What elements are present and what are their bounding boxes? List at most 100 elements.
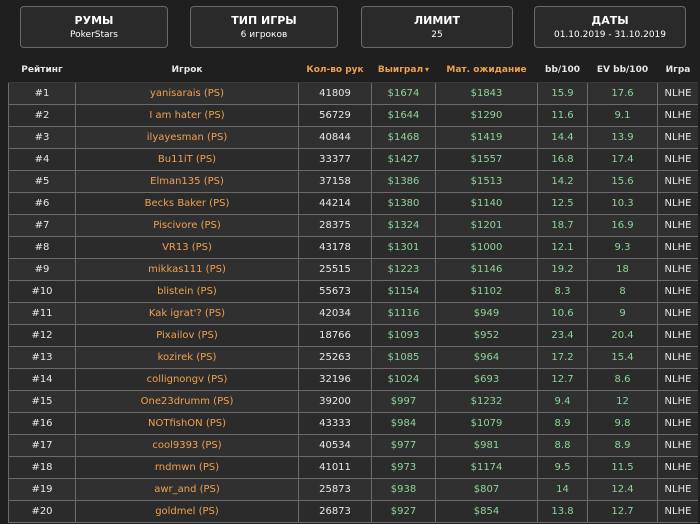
rank-cell: #19 xyxy=(8,478,76,501)
player-name-link[interactable]: Bu11iT (PS) xyxy=(75,148,299,171)
col-header-won[interactable]: Выиграл ▾ xyxy=(371,58,436,83)
filter-title: ЛИМИТ xyxy=(414,14,460,27)
evbb100-cell: 11.5 xyxy=(587,456,658,479)
player-name-link[interactable]: Elman135 (PS) xyxy=(75,170,299,193)
evbb100-cell: 8.6 xyxy=(587,368,658,391)
col-header-ev[interactable]: Мат. ожидание xyxy=(435,58,538,83)
rank-cell: #4 xyxy=(8,148,76,171)
player-name-link[interactable]: awr_and (PS) xyxy=(75,478,299,501)
won-cell: $1223 xyxy=(371,258,436,281)
player-name-link[interactable]: VR13 (PS) xyxy=(75,236,299,259)
hands-cell: 55673 xyxy=(298,280,372,303)
player-name-link[interactable]: NOTfishON (PS) xyxy=(75,412,299,435)
player-name-link[interactable]: collignongv (PS) xyxy=(75,368,299,391)
game-cell: NLHE xyxy=(657,258,698,281)
won-cell: $984 xyxy=(371,412,436,435)
hands-cell: 43333 xyxy=(298,412,372,435)
player-name-link[interactable]: Piscivore (PS) xyxy=(75,214,299,237)
game-type-filter-button[interactable]: ТИП ИГРЫ 6 игроков xyxy=(190,6,338,48)
evbb100-cell: 12 xyxy=(587,390,658,413)
game-cell: NLHE xyxy=(657,104,698,127)
rank-cell: #6 xyxy=(8,192,76,215)
player-name-link[interactable]: One23drumm (PS) xyxy=(75,390,299,413)
rank-cell: #16 xyxy=(8,412,76,435)
evbb100-cell: 13.9 xyxy=(587,126,658,149)
col-header-hands[interactable]: Кол-во рук xyxy=(298,58,372,83)
col-header-won-label: Выиграл xyxy=(377,65,424,75)
hands-cell: 43178 xyxy=(298,236,372,259)
evbb100-cell: 10.3 xyxy=(587,192,658,215)
dates-filter-button[interactable]: ДАТЫ 01.10.2019 - 31.10.2019 xyxy=(534,6,686,48)
limit-filter-button[interactable]: ЛИМИТ 25 xyxy=(361,6,513,48)
player-name-link[interactable]: Kak igrat'? (PS) xyxy=(75,302,299,325)
table-row: #17 cool9393 (PS) 40534 $977 $981 8.8 8.9 NLHE xyxy=(8,434,698,457)
player-name-link[interactable]: mikkas111 (PS) xyxy=(75,258,299,281)
rank-cell: #13 xyxy=(8,346,76,369)
hands-cell: 42034 xyxy=(298,302,372,325)
filter-title: РУМЫ xyxy=(74,14,114,27)
rank-cell: #15 xyxy=(8,390,76,413)
rank-cell: #20 xyxy=(8,500,76,523)
player-name-link[interactable]: rndmwn (PS) xyxy=(75,456,299,479)
bb100-cell: 15.9 xyxy=(537,82,588,105)
player-name-link[interactable]: ilyayesman (PS) xyxy=(75,126,299,149)
evbb100-cell: 9 xyxy=(587,302,658,325)
bb100-cell: 11.6 xyxy=(537,104,588,127)
player-name-link[interactable]: cool9393 (PS) xyxy=(75,434,299,457)
table-row: #12 Pixailov (PS) 18766 $1093 $952 23.4 20.4 NL… xyxy=(8,324,698,347)
won-cell: $1427 xyxy=(371,148,436,171)
rank-cell: #14 xyxy=(8,368,76,391)
bb100-cell: 13.8 xyxy=(537,500,588,523)
table-row: #9 mikkas111 (PS) 25515 $1223 $1146 19.2 18 NLH… xyxy=(8,258,698,281)
game-cell: NLHE xyxy=(657,478,698,501)
ev-cell: $1102 xyxy=(435,280,538,303)
bb100-cell: 12.5 xyxy=(537,192,588,215)
ev-cell: $1140 xyxy=(435,192,538,215)
bb100-cell: 10.6 xyxy=(537,302,588,325)
player-name-link[interactable]: yanisarais (PS) xyxy=(75,82,299,105)
evbb100-cell: 16.9 xyxy=(587,214,658,237)
game-cell: NLHE xyxy=(657,192,698,215)
game-cell: NLHE xyxy=(657,82,698,105)
hands-cell: 44214 xyxy=(298,192,372,215)
player-name-link[interactable]: Pixailov (PS) xyxy=(75,324,299,347)
rank-cell: #12 xyxy=(8,324,76,347)
hands-cell: 40844 xyxy=(298,126,372,149)
ev-cell: $1843 xyxy=(435,82,538,105)
filter-value: 6 игроков xyxy=(240,30,288,40)
won-cell: $997 xyxy=(371,390,436,413)
player-name-link[interactable]: goldmel (PS) xyxy=(75,500,299,523)
won-cell: $1674 xyxy=(371,82,436,105)
game-cell: NLHE xyxy=(657,236,698,259)
evbb100-cell: 17.6 xyxy=(587,82,658,105)
hands-cell: 28375 xyxy=(298,214,372,237)
won-cell: $1024 xyxy=(371,368,436,391)
hands-cell: 56729 xyxy=(298,104,372,127)
table-header-row: Рейтинг Игрок Кол-во рук Выиграл ▾ Мат. о… xyxy=(8,58,698,83)
col-header-player: Игрок xyxy=(75,58,299,83)
evbb100-cell: 12.4 xyxy=(587,478,658,501)
evbb100-cell: 8 xyxy=(587,280,658,303)
evbb100-cell: 15.6 xyxy=(587,170,658,193)
ev-cell: $1290 xyxy=(435,104,538,127)
bb100-cell: 9.5 xyxy=(537,456,588,479)
ev-cell: $1201 xyxy=(435,214,538,237)
won-cell: $1386 xyxy=(371,170,436,193)
won-cell: $1093 xyxy=(371,324,436,347)
player-name-link[interactable]: kozirek (PS) xyxy=(75,346,299,369)
game-cell: NLHE xyxy=(657,390,698,413)
hands-cell: 40534 xyxy=(298,434,372,457)
rooms-filter-button[interactable]: РУМЫ PokerStars xyxy=(20,6,168,48)
table-body: #1 yanisarais (PS) 41809 $1674 $1843 15.9 17.6… xyxy=(8,82,698,523)
player-name-link[interactable]: I am hater (PS) xyxy=(75,104,299,127)
hands-cell: 25515 xyxy=(298,258,372,281)
hands-cell: 25263 xyxy=(298,346,372,369)
player-name-link[interactable]: Becks Baker (PS) xyxy=(75,192,299,215)
player-name-link[interactable]: blistein (PS) xyxy=(75,280,299,303)
evbb100-cell: 12.7 xyxy=(587,500,658,523)
col-header-evbb100: EV bb/100 xyxy=(587,58,658,83)
rank-cell: #17 xyxy=(8,434,76,457)
won-cell: $1468 xyxy=(371,126,436,149)
won-cell: $927 xyxy=(371,500,436,523)
bb100-cell: 19.2 xyxy=(537,258,588,281)
